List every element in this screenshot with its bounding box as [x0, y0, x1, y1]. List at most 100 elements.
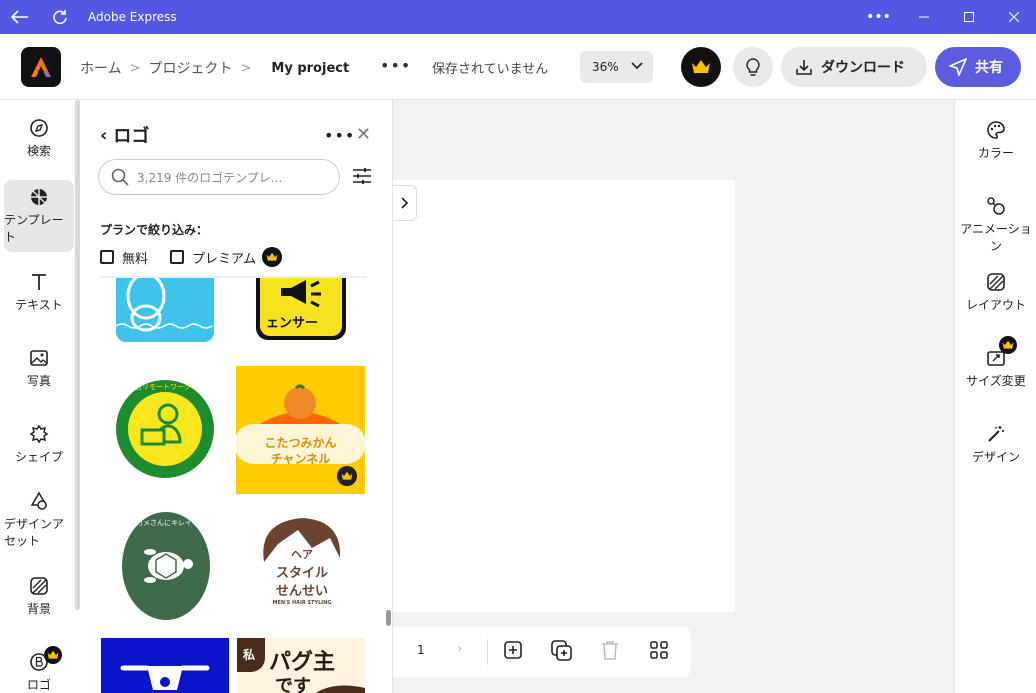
rail-item-templates[interactable]: テンプレート	[4, 180, 74, 252]
download-label: ダウンロード	[821, 60, 905, 76]
download-button[interactable]: ダウンロード	[781, 47, 927, 87]
delete-page-icon[interactable]	[601, 640, 619, 660]
panel-scrollbar[interactable]	[386, 610, 391, 626]
rail-label: テンプレート	[4, 213, 64, 244]
more-options-icon[interactable]: •••	[856, 0, 901, 34]
rail-item-layout[interactable]: レイアウト	[955, 272, 1036, 313]
duplicate-page-icon[interactable]	[551, 640, 573, 662]
send-icon	[949, 58, 967, 76]
breadcrumb: ホーム > プロジェクト > My project	[80, 58, 349, 78]
filter-premium-label: プレミアム	[192, 251, 257, 267]
project-name[interactable]: My project	[271, 61, 349, 76]
breadcrumb-separator-icon: >	[240, 60, 252, 76]
templates-icon	[31, 189, 47, 205]
premium-crown-icon	[337, 466, 357, 486]
tile-text: ヘア	[291, 548, 313, 561]
search-placeholder: 3,219 件のロゴテンプレ...	[137, 170, 283, 185]
rail-item-photos[interactable]: 写真	[4, 332, 74, 404]
chevron-left-icon[interactable]: ‹	[100, 125, 107, 146]
rail-item-logo[interactable]: ロゴ	[4, 636, 74, 693]
rail-label: 検索	[26, 143, 51, 158]
rail-item-design[interactable]: デザイン	[955, 424, 1036, 465]
panel-title: ロゴ	[113, 126, 150, 147]
rail-label: 写真	[26, 373, 51, 388]
rail-label: ロゴ	[26, 677, 51, 692]
logo-template-tile[interactable]: こたつみかん チャンネル	[236, 366, 365, 494]
tile-text: です	[275, 676, 311, 693]
logo-template-tile[interactable]: 私 パグ主 です	[237, 638, 365, 693]
page-number: 1	[417, 643, 425, 657]
maximize-icon[interactable]	[946, 0, 991, 34]
logo-template-tile[interactable]	[116, 278, 214, 342]
app-header: ホーム > プロジェクト > My project ••• 保存されていません …	[0, 34, 1036, 100]
filter-free-label: 無料	[122, 251, 149, 267]
rail-label: レイアウト	[965, 298, 1026, 312]
rail-label: サイズ変更	[966, 374, 1026, 388]
share-button[interactable]: 共有	[935, 47, 1021, 87]
rail-label: カラー	[977, 146, 1014, 160]
rail-item-search[interactable]: 検索	[4, 102, 74, 174]
rail-item-design-assets[interactable]: デザインアセット	[4, 484, 74, 556]
close-window-icon[interactable]	[991, 0, 1036, 34]
rail-item-text[interactable]: テキスト	[4, 256, 74, 328]
tile-text: せんせい	[275, 584, 328, 599]
rail-item-resize[interactable]: サイズ変更	[955, 348, 1036, 389]
next-page-icon[interactable]: ›	[457, 641, 463, 657]
checkbox-free[interactable]	[100, 250, 114, 264]
photo-icon	[30, 349, 48, 366]
logo-template-tile[interactable]: ェンサー	[256, 278, 346, 340]
tile-text: スタイル	[275, 566, 328, 581]
premium-crown-icon	[44, 646, 62, 664]
zoom-dropdown[interactable]: 36%	[580, 51, 653, 83]
panel-header[interactable]: ‹ ロゴ	[100, 122, 149, 148]
tile-text: ェンサー	[266, 316, 319, 331]
premium-crown-icon	[999, 336, 1017, 354]
premium-crown-button[interactable]	[681, 47, 721, 87]
rail-item-animation[interactable]: アニメーション	[955, 196, 1036, 254]
design-assets-icon	[30, 491, 48, 510]
text-icon	[32, 273, 46, 290]
breadcrumb-home[interactable]: ホーム	[80, 58, 122, 78]
rail-label: デザインアセット	[4, 517, 65, 548]
minimize-icon[interactable]	[901, 0, 946, 34]
magic-wand-icon	[988, 426, 1004, 442]
filter-settings-icon[interactable]	[352, 167, 372, 185]
layout-icon	[987, 273, 1005, 291]
background-icon	[30, 576, 48, 595]
logo-template-tile[interactable]: ヘア スタイル せんせい MEN'S HAIR STYLING	[256, 512, 348, 616]
left-rail: 検索 テンプレート テキスト 写真 シェイプ デザインアセット 背景 ロゴ	[0, 100, 80, 693]
shape-icon	[29, 424, 49, 443]
rail-item-background[interactable]: 背景	[4, 560, 74, 632]
logo-template-tile[interactable]: 毎日リモートワーク	[116, 380, 214, 478]
rail-item-shapes[interactable]: シェイプ	[4, 408, 74, 480]
rail-label: シェイプ	[14, 449, 63, 464]
rail-item-color[interactable]: カラー	[955, 120, 1036, 161]
tile-badge: 私	[243, 648, 256, 662]
chevron-down-icon	[631, 62, 643, 70]
grid-view-icon[interactable]	[649, 640, 669, 660]
logo-template-tile[interactable]: ウミガメさんにキレイな砂浜を	[122, 512, 210, 620]
logo-template-tile[interactable]	[101, 638, 229, 693]
collapse-panel-button[interactable]	[393, 185, 417, 221]
search-input[interactable]: 3,219 件のロゴテンプレ...	[98, 159, 340, 195]
refresh-icon[interactable]	[40, 0, 80, 34]
panel-more-icon[interactable]: •••	[324, 126, 355, 145]
adobe-express-logo[interactable]	[21, 47, 61, 87]
back-arrow-icon[interactable]	[0, 0, 40, 34]
ideas-button[interactable]	[733, 47, 773, 87]
add-page-icon[interactable]	[503, 640, 523, 660]
tile-text: ウミガメさんにキレイな砂浜を	[122, 519, 210, 527]
project-more-icon[interactable]: •••	[380, 56, 411, 75]
breadcrumb-projects[interactable]: プロジェクト	[149, 58, 233, 78]
artboard[interactable]	[393, 180, 735, 612]
rail-label: アニメーション	[960, 222, 1032, 253]
breadcrumb-separator-icon: >	[129, 60, 141, 76]
plan-filter: 無料 プレミアム	[100, 247, 283, 267]
rail-label: テキスト	[15, 297, 63, 312]
close-icon[interactable]: ✕	[356, 124, 371, 145]
checkbox-premium[interactable]	[170, 250, 185, 264]
palette-icon	[987, 121, 1005, 139]
app-title: Adobe Express	[88, 10, 177, 24]
compass-icon	[30, 118, 48, 137]
chevron-right-icon	[400, 197, 408, 209]
